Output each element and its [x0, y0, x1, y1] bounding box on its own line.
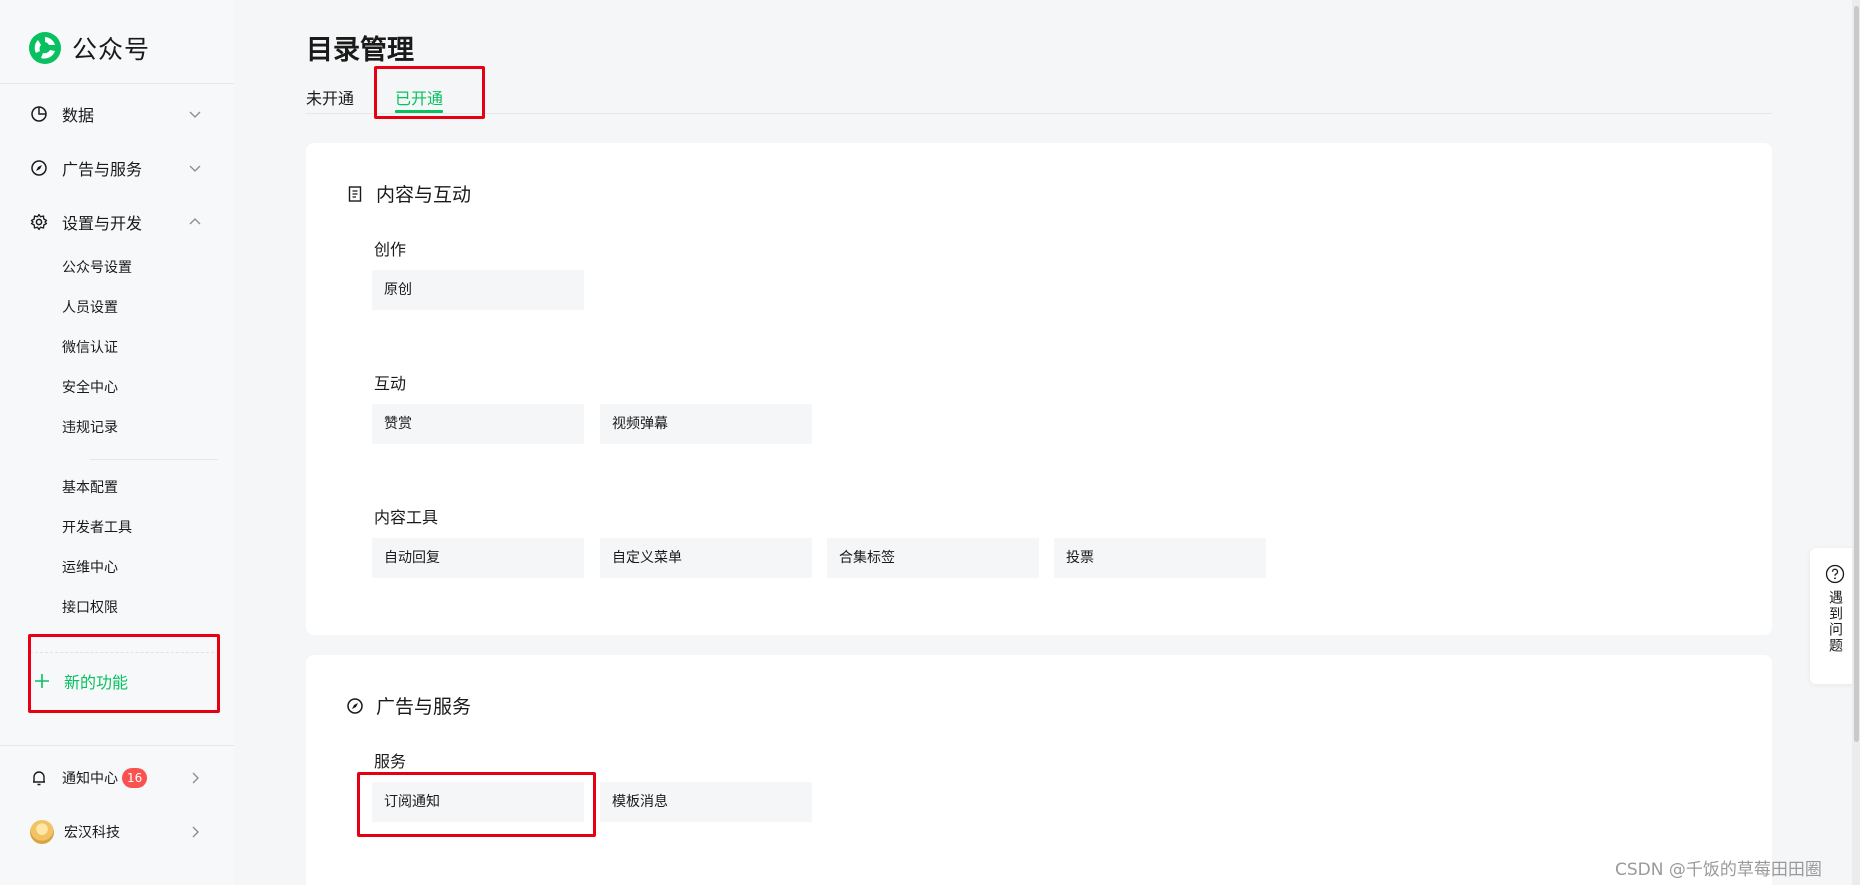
gear-icon	[30, 213, 48, 231]
sidebar-divider	[0, 83, 234, 84]
page-title: 目录管理	[306, 35, 414, 66]
compass-icon	[30, 159, 48, 177]
sidebar-group-ads-services[interactable]: 广告与服务	[30, 153, 202, 183]
watermark: CSDN @千饭的草莓田田圈	[1615, 860, 1822, 880]
brand-logo[interactable]: 公众号	[28, 30, 150, 66]
notification-center-label: 通知中心	[62, 771, 118, 787]
tab-enabled[interactable]: 已开通	[395, 85, 443, 109]
section-header: 内容与互动	[346, 180, 471, 207]
sidebar-item-staff-settings[interactable]: 人员设置	[62, 297, 212, 319]
sidebar-item-api-permissions[interactable]: 接口权限	[62, 597, 212, 619]
new-function-label: 新的功能	[64, 673, 129, 692]
sidebar-sub-divider	[90, 459, 218, 460]
group-label-content-tools: 内容工具	[374, 508, 439, 527]
section-content-interaction: 内容与互动 创作 原创 互动 赞赏 视频弹幕 内容工具 自动回复 自定义菜单 合…	[306, 143, 1772, 635]
chevron-down-icon	[189, 165, 201, 172]
sidebar-divider	[0, 745, 234, 746]
feature-collection-tags[interactable]: 合集标签	[827, 538, 1039, 578]
sidebar-group-label: 广告与服务	[62, 160, 143, 179]
avatar	[30, 820, 54, 844]
chevron-right-icon	[192, 826, 199, 838]
account-menu[interactable]: 宏汉科技	[30, 818, 202, 846]
feature-vote[interactable]: 投票	[1054, 538, 1266, 578]
feature-auto-reply[interactable]: 自动回复	[372, 538, 584, 578]
bell-icon	[30, 769, 48, 787]
group-label-services: 服务	[374, 752, 407, 771]
group-label-interaction: 互动	[374, 374, 407, 393]
sidebar-item-basic-config[interactable]: 基本配置	[62, 477, 212, 499]
feature-template-message[interactable]: 模板消息	[600, 782, 812, 822]
chevron-down-icon	[189, 111, 201, 118]
wechat-official-account-logo-icon	[29, 32, 61, 64]
sidebar-item-security-center[interactable]: 安全中心	[62, 377, 212, 399]
section-title: 广告与服务	[376, 696, 472, 718]
sidebar-item-developer-tools[interactable]: 开发者工具	[62, 517, 212, 539]
sidebar: 公众号 数据 广告与服务 设置与开发 公众号设置 人员设置 微信认证 安全中心 …	[0, 0, 234, 885]
sidebar-group-settings-dev[interactable]: 设置与开发	[30, 207, 202, 237]
sidebar-group-label: 设置与开发	[62, 214, 143, 233]
feature-subscription-notice[interactable]: 订阅通知	[372, 782, 584, 822]
feature-reward[interactable]: 赞赏	[372, 404, 584, 444]
section-header: 广告与服务	[346, 692, 471, 719]
notification-center-link[interactable]: 通知中心 16	[30, 764, 202, 792]
sidebar-item-wechat-verification[interactable]: 微信认证	[62, 337, 212, 359]
account-name: 宏汉科技	[64, 825, 120, 841]
sidebar-dashed-divider	[30, 652, 214, 653]
question-circle-icon	[1825, 564, 1845, 584]
group-label-creation: 创作	[374, 240, 407, 259]
chevron-right-icon	[192, 772, 199, 784]
chevron-up-icon	[189, 218, 201, 225]
compass-icon	[347, 697, 363, 714]
feature-original[interactable]: 原创	[372, 270, 584, 310]
sidebar-item-violation-records[interactable]: 违规记录	[62, 417, 212, 439]
notification-count-badge: 16	[122, 768, 148, 788]
document-icon	[348, 185, 362, 202]
pie-chart-icon	[30, 105, 48, 123]
tab-bar: 未开通 已开通	[306, 80, 1772, 114]
plus-icon	[35, 674, 49, 688]
sidebar-group-data[interactable]: 数据	[30, 99, 202, 129]
sidebar-item-account-settings[interactable]: 公众号设置	[62, 257, 212, 279]
section-ads-services: 广告与服务 服务 订阅通知 模板消息	[306, 655, 1772, 885]
tab-not-enabled[interactable]: 未开通	[306, 85, 354, 109]
feature-custom-menu[interactable]: 自定义菜单	[600, 538, 812, 578]
help-label: 遇到问题	[1827, 590, 1843, 654]
scrollbar-thumb[interactable]	[1854, 6, 1859, 742]
brand-name: 公众号	[72, 35, 151, 64]
sidebar-item-ops-center[interactable]: 运维中心	[62, 557, 212, 579]
active-tab-indicator	[395, 110, 443, 113]
feature-video-danmaku[interactable]: 视频弹幕	[600, 404, 812, 444]
section-title: 内容与互动	[376, 184, 472, 206]
new-function-button[interactable]: 新的功能	[34, 667, 128, 695]
sidebar-group-label: 数据	[62, 106, 95, 125]
